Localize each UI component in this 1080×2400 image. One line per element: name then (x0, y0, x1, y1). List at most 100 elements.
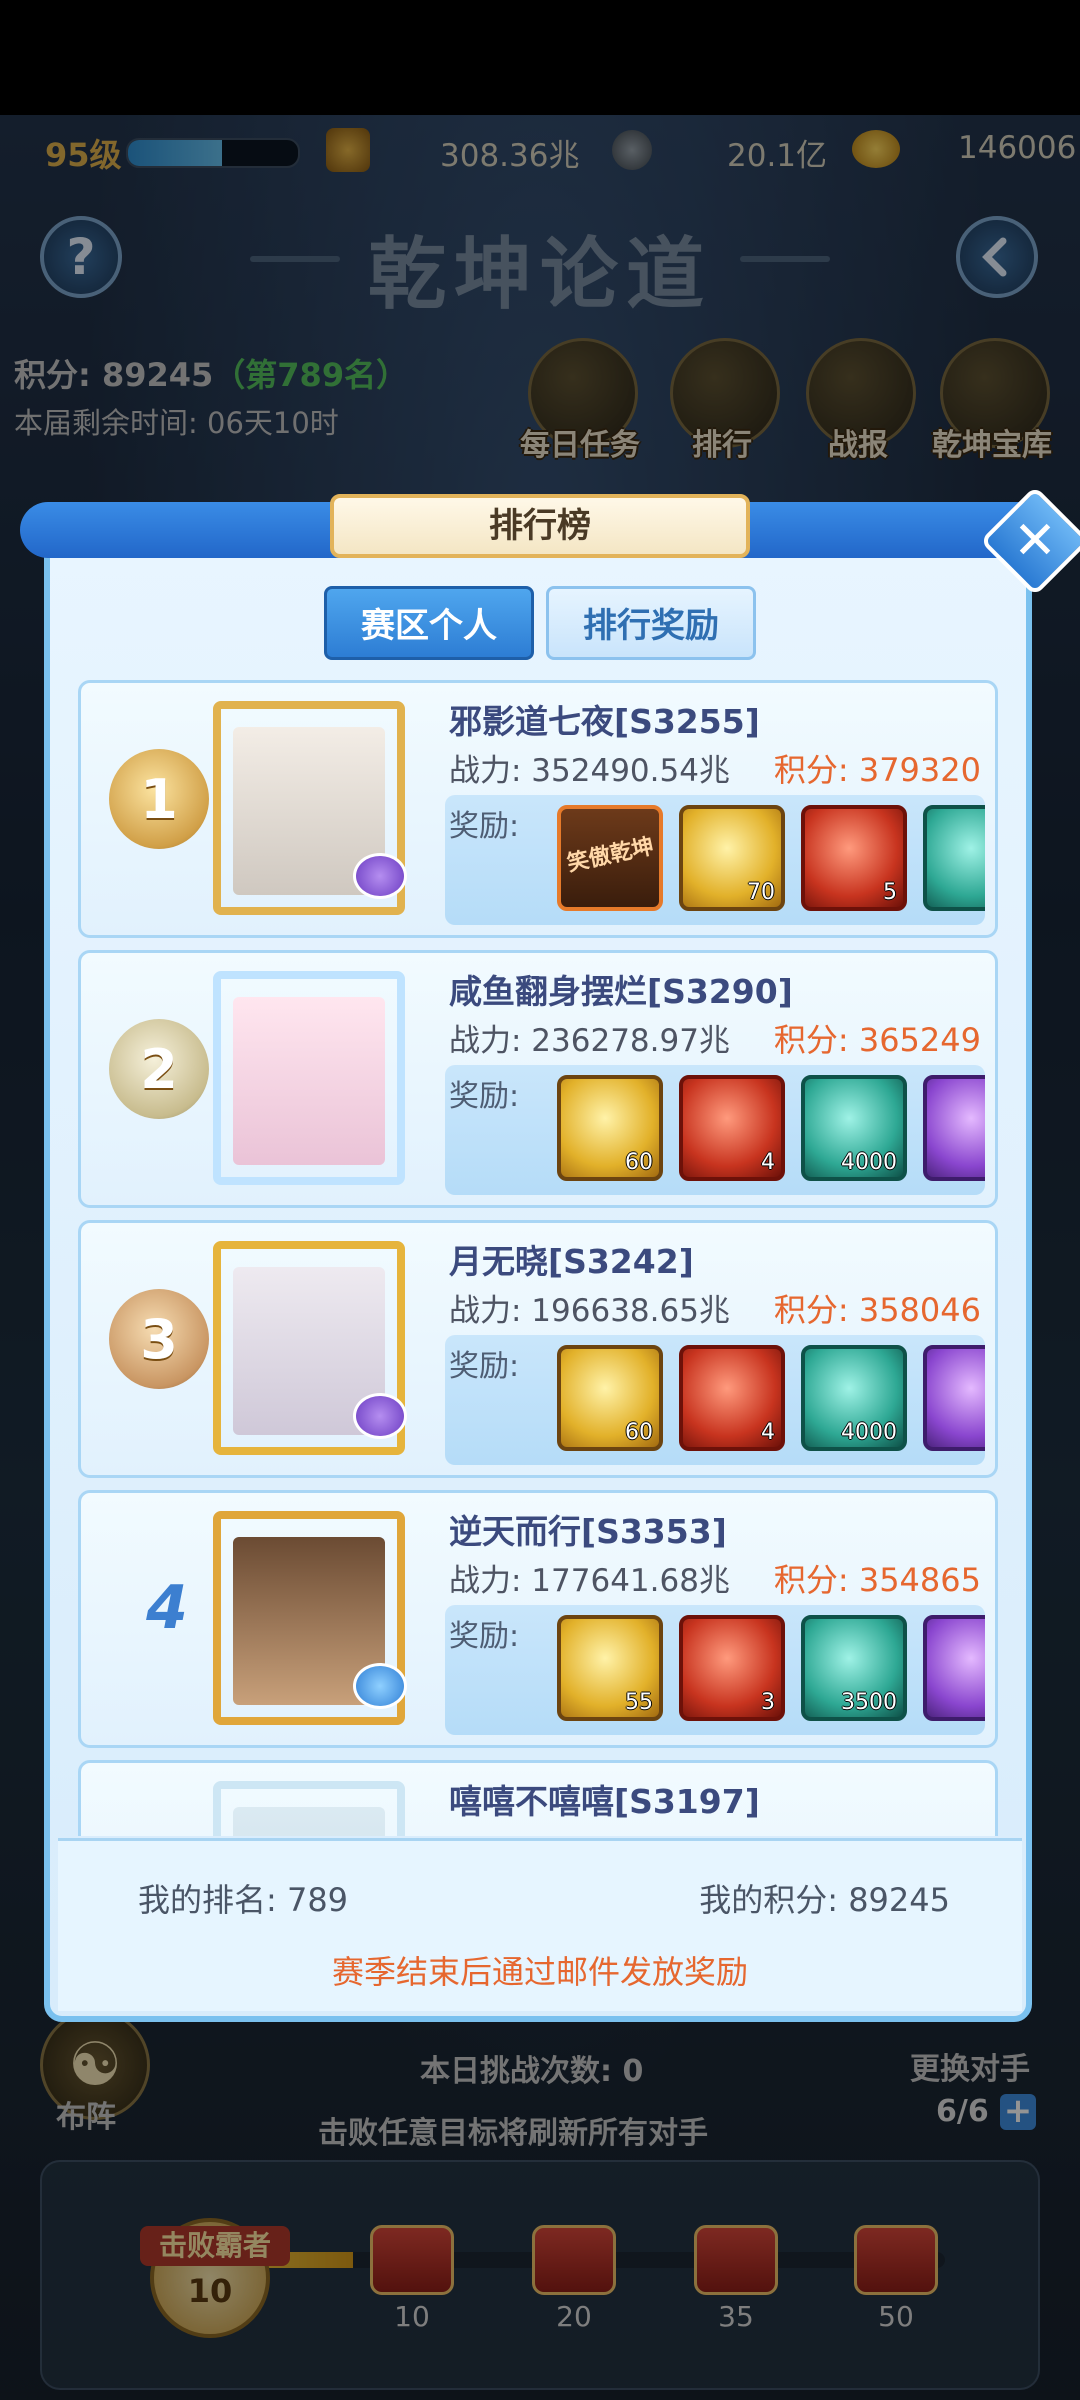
player-avatar[interactable] (213, 971, 405, 1185)
item-count: 3 (761, 1690, 775, 1715)
swap-opponent-button[interactable]: 更换对手 (910, 2044, 1030, 2088)
title-decoration-left (250, 256, 340, 262)
avatar-portrait (233, 997, 385, 1165)
reward-box: 奖励: 60 4 4000 (445, 1335, 985, 1465)
help-icon: ? (66, 228, 96, 286)
red-reward-item-icon[interactable]: 4 (679, 1345, 785, 1451)
item-count: 60 (625, 1420, 653, 1445)
reward-label: 奖励: (449, 1619, 520, 1654)
player-name: 邪影道七夜[S3255] (449, 702, 760, 741)
vip-badge-icon (353, 1663, 407, 1709)
title-reward-item-icon[interactable]: 笑傲乾坤 (557, 805, 663, 911)
item-count: 55 (625, 1690, 653, 1715)
purple-reward-item-icon[interactable] (923, 1345, 985, 1451)
vip-badge-icon (353, 1393, 407, 1439)
boss-count: 10 (187, 2272, 233, 2310)
item-count: 4 (761, 1420, 775, 1445)
power-icon (326, 128, 370, 172)
milestone-label-2: 20 (556, 2300, 592, 2333)
gold-value: 146006 (958, 130, 1077, 166)
reward-box: 奖励: 60 4 4000 (445, 1065, 985, 1195)
leaderboard-row[interactable]: 2 咸鱼翻身摆烂[S3290] 战力: 236278.97兆 积分: 365249 奖励… (78, 950, 998, 1208)
page-title: 乾坤论道 (367, 229, 712, 320)
milestone-chest-1[interactable] (370, 2225, 454, 2295)
player-power: 战力: 236278.97兆 (449, 1023, 730, 1059)
daily-task-label: 每日任务 (520, 428, 640, 463)
red-reward-item-icon[interactable]: 5 (801, 805, 907, 911)
milestone-chest-3[interactable] (694, 2225, 778, 2295)
red-reward-item-icon[interactable]: 4 (679, 1075, 785, 1181)
title-reward-text: 笑傲乾坤 (564, 834, 657, 877)
level-progress-fill (128, 140, 222, 166)
item-count: 4000 (841, 1150, 897, 1175)
rank-number: 4 (146, 1573, 188, 1643)
gold-ingot-icon (852, 130, 900, 168)
my-score: 我的积分: 89245 (699, 1881, 950, 1919)
rank-medal-icon: 1 (109, 749, 209, 849)
level-label: 95级 (45, 136, 122, 174)
player-score: 积分: 89245（第789名） (14, 350, 408, 396)
teal-reward-item-icon[interactable]: 4000 (801, 1075, 907, 1181)
gold-reward-item-icon[interactable]: 60 (557, 1345, 663, 1451)
reward-notice: 赛季结束后通过邮件发放奖励 (331, 1953, 748, 1991)
player-score: 积分: 358046 (773, 1291, 981, 1329)
purple-reward-item-icon[interactable] (923, 1075, 985, 1181)
leaderboard-row[interactable]: 4 逆天而行[S3353] 战力: 177641.68兆 积分: 354865 奖励: 5… (78, 1490, 998, 1748)
tab-zone-individual[interactable]: 赛区个人 (324, 586, 534, 660)
reward-box: 奖励: 55 3 3500 (445, 1605, 985, 1735)
treasury-label: 乾坤宝库 (932, 428, 1052, 463)
teal-reward-item-icon[interactable]: 4000 (801, 1345, 907, 1451)
item-count: 3500 (841, 1690, 897, 1715)
player-name: 逆天而行[S3353] (449, 1512, 727, 1551)
my-rank: 我的排名: 789 (138, 1881, 349, 1919)
tab-rank-rewards[interactable]: 排行奖励 (546, 586, 756, 660)
reward-label: 奖励: (449, 1079, 520, 1114)
teal-reward-item-icon[interactable] (923, 805, 985, 911)
milestone-chest-2[interactable] (532, 2225, 616, 2295)
leaderboard-list[interactable]: 1 邪影道七夜[S3255] 战力: 352490.54兆 积分: 379320 奖励:… (66, 680, 1006, 1836)
purple-reward-item-icon[interactable] (923, 1615, 985, 1721)
gold-reward-item-icon[interactable]: 55 (557, 1615, 663, 1721)
leaderboard-row[interactable]: 嘻嘻不嘻嘻[S3197] (78, 1760, 998, 1836)
player-score: 积分: 365249 (773, 1021, 981, 1059)
back-arrow-icon (982, 237, 1007, 277)
battle-report-label: 战报 (828, 428, 888, 463)
player-name: 嘻嘻不嘻嘻[S3197] (449, 1782, 760, 1821)
avatar-portrait (233, 1807, 385, 1836)
milestone-label-1: 10 (394, 2300, 430, 2333)
player-score: 积分: 379320 (773, 751, 981, 789)
player-power: 战力: 177641.68兆 (449, 1563, 730, 1599)
swap-count: 6/6 (936, 2094, 989, 2129)
player-power: 战力: 352490.54兆 (449, 753, 730, 789)
level-progress-bar (126, 138, 300, 168)
gold-reward-item-icon[interactable]: 60 (557, 1075, 663, 1181)
leaderboard-row[interactable]: 3 月无晓[S3242] 战力: 196638.65兆 积分: 358046 奖励: 60… (78, 1220, 998, 1478)
ranking-label: 排行 (692, 428, 752, 463)
vip-badge-icon (353, 853, 407, 899)
player-name: 咸鱼翻身摆烂[S3290] (449, 972, 793, 1011)
back-button[interactable] (956, 216, 1038, 298)
leaderboard-row[interactable]: 1 邪影道七夜[S3255] 战力: 352490.54兆 积分: 379320 奖励:… (78, 680, 998, 938)
milestone-label-4: 50 (878, 2300, 914, 2333)
reward-box: 奖励: 笑傲乾坤 70 5 (445, 795, 985, 925)
item-count: 4 (761, 1150, 775, 1175)
boss-tag: 击败霸者 (140, 2226, 290, 2266)
reward-label: 奖励: (449, 809, 520, 844)
rank-medal-icon: 2 (109, 1019, 209, 1119)
top-black-bar (0, 0, 1080, 115)
teal-reward-item-icon[interactable]: 3500 (801, 1615, 907, 1721)
milestone-chest-4[interactable] (854, 2225, 938, 2295)
player-rank-text: （第789名） (213, 356, 409, 394)
milestone-label-3: 35 (718, 2300, 754, 2333)
silver-coin-icon (612, 130, 652, 170)
gold-reward-item-icon[interactable]: 70 (679, 805, 785, 911)
modal-footer: 我的排名: 789 我的积分: 89245 赛季结束后通过邮件发放奖励 (58, 1838, 1022, 2011)
add-swap-button[interactable]: + (1000, 2094, 1036, 2130)
player-name: 月无晓[S3242] (449, 1242, 694, 1281)
player-avatar[interactable] (213, 1781, 405, 1836)
power-value: 308.36兆 (440, 138, 580, 174)
help-button[interactable]: ? (40, 216, 122, 298)
player-score: 积分: 354865 (773, 1561, 981, 1599)
red-reward-item-icon[interactable]: 3 (679, 1615, 785, 1721)
rank-medal-icon: 3 (109, 1289, 209, 1389)
